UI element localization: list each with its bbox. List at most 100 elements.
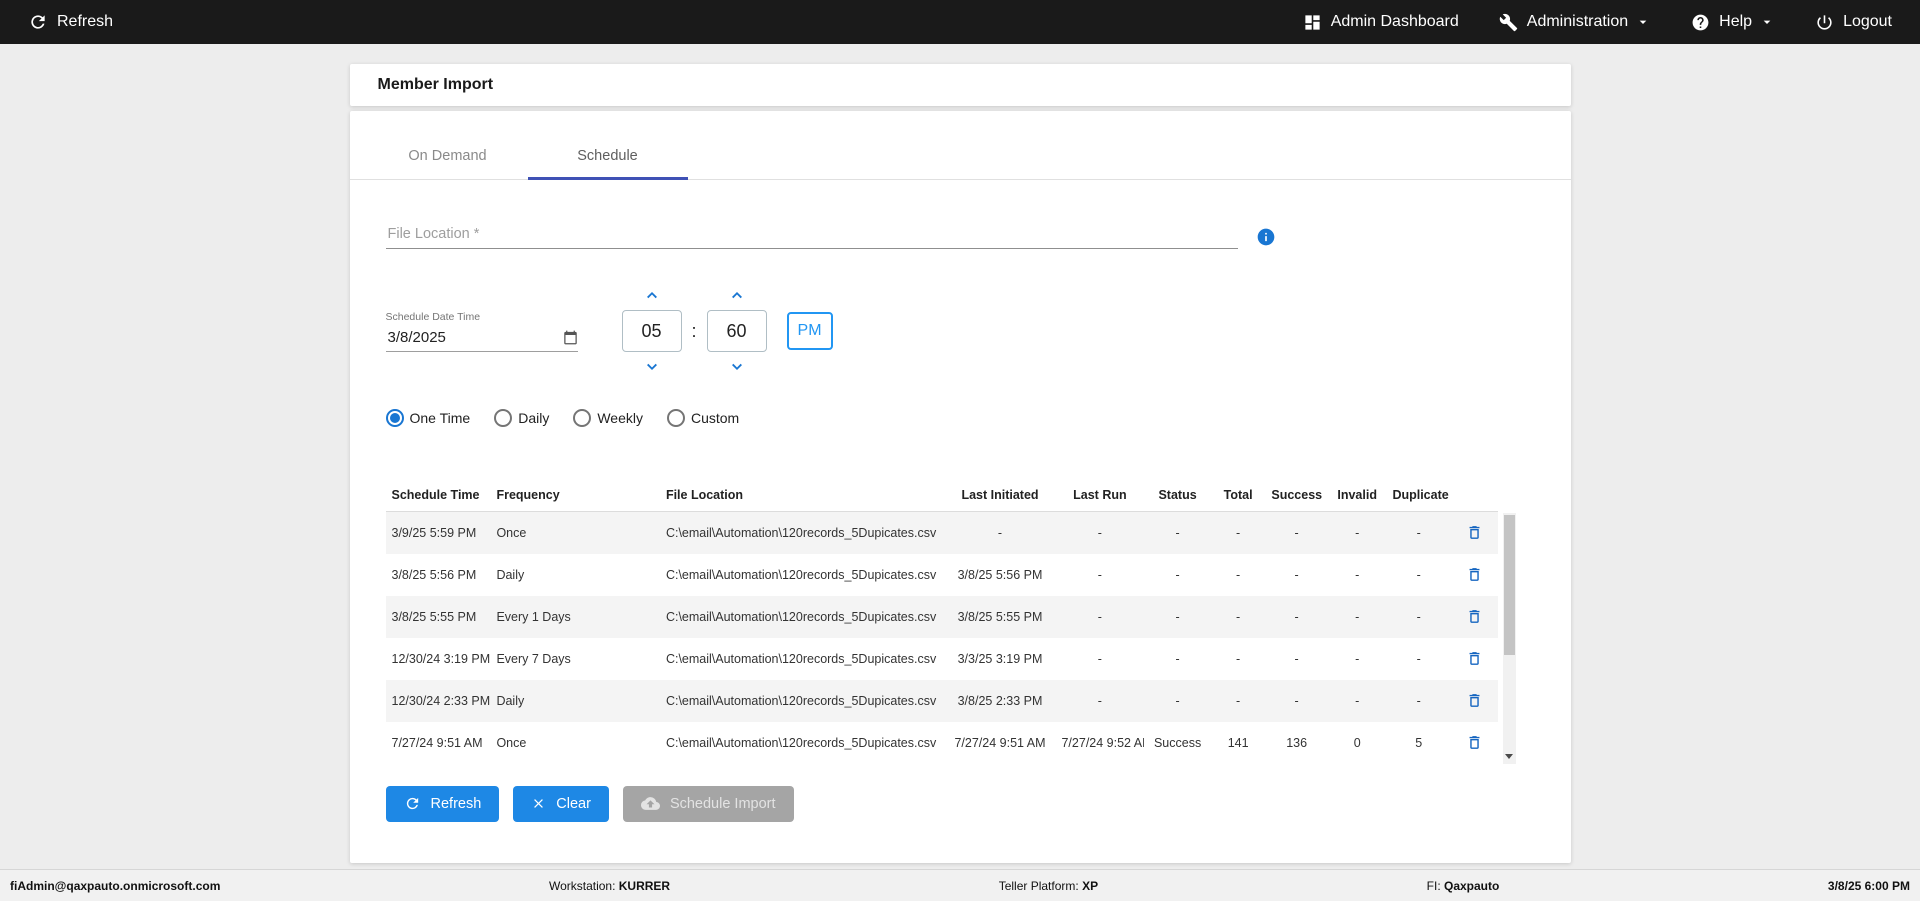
radio-daily[interactable]: Daily [494,409,549,427]
table-cell: C:\email\Automation\120records_5Dupicate… [665,651,937,666]
member-import-card: On Demand Schedule Schedule Date Time [349,111,1571,863]
column-header-total: Total [1210,479,1266,512]
delete-row-button[interactable] [1464,564,1485,585]
scroll-down-button[interactable] [1502,748,1516,764]
admin-dashboard-label: Admin Dashboard [1330,13,1459,30]
table-cell: Once [496,525,527,540]
table-cell: - [1416,567,1421,582]
table-cell: 3/8/25 5:56 PM [957,567,1043,582]
table-cell: - [1294,525,1299,540]
clear-button[interactable]: Clear [513,785,609,822]
schedule-import-button[interactable]: Schedule Import [622,785,794,822]
help-menu[interactable]: Help [1691,13,1775,32]
table-cell: C:\email\Automation\120records_5Dupicate… [665,735,937,750]
table-scrollbar[interactable] [1502,513,1516,764]
clear-button-label: Clear [556,795,591,812]
minute-down-button[interactable] [725,358,749,375]
table-cell: - [1355,693,1360,708]
table-cell: - [1355,525,1360,540]
action-button-row: Refresh Clear Schedule Import [385,785,1535,822]
table-cell: 7/27/24 9:51 AM [391,735,483,750]
refresh-icon [404,795,421,812]
radio-circle-icon [385,409,404,427]
logout-button[interactable]: Logout [1815,13,1892,32]
hour-input[interactable]: 05 [621,310,682,352]
recurrence-radio-group: One Time Daily Weekly Custom [385,409,1535,427]
table-cell-actions [1451,722,1497,764]
minute-input[interactable]: 60 [706,310,767,352]
table-cell: - [1175,567,1180,582]
table-row: 12/30/24 3:19 PM Every 7 Days C:\email\Aut… [386,638,1498,680]
table-cell: C:\email\Automation\120records_5Dupicate… [665,609,937,624]
meridiem-toggle[interactable]: PM [786,312,833,350]
radio-label: Custom [690,410,740,426]
radio-custom[interactable]: Custom [666,409,740,427]
page-background: Member Import On Demand Schedule Schedul… [0,44,1920,869]
file-location-row [385,220,1535,249]
info-button[interactable] [1256,227,1276,247]
table-cell: - [1175,693,1180,708]
schedule-import-label: Schedule Import [669,795,776,812]
tab-schedule[interactable]: Schedule [527,133,688,180]
info-icon [1256,227,1276,247]
chevron-up-icon [640,287,664,304]
hour-down-button[interactable] [640,358,664,375]
refresh-button-label: Refresh [430,795,482,812]
radio-circle-icon [494,409,513,427]
delete-row-button[interactable] [1464,690,1485,711]
radio-one-time[interactable]: One Time [385,409,470,427]
hour-up-button[interactable] [640,287,664,304]
admin-dashboard-button[interactable]: Admin Dashboard [1303,13,1459,32]
scroll-down-icon [1505,753,1513,759]
table-cell: 3/8/25 2:33 PM [957,693,1043,708]
delete-row-button[interactable] [1464,522,1485,543]
table-cell: 3/8/25 5:55 PM [957,609,1043,624]
table-cell: - [1097,651,1102,666]
refresh-button[interactable]: Refresh [385,785,500,822]
scrollbar-thumb[interactable] [1503,515,1515,656]
table-cell: Daily [496,693,525,708]
table-row: 3/9/25 5:59 PM Once C:\email\Automation\12… [385,511,1498,554]
table-cell: - [1355,651,1360,666]
wrench-icon [1499,13,1518,32]
footer-workstation: Workstation: KURRER [549,879,670,893]
delete-row-button[interactable] [1464,732,1485,753]
radio-circle-icon [666,409,685,427]
schedule-table-container: Schedule Time Frequency File Location Last … [385,479,1516,764]
radio-weekly[interactable]: Weekly [573,409,643,427]
time-separator: : [691,320,697,341]
table-cell: - [1416,651,1421,666]
calendar-icon [563,330,578,345]
tab-bar: On Demand Schedule [349,111,1571,180]
file-location-input[interactable] [385,220,1238,249]
table-cell: 3/9/25 5:59 PM [391,525,477,540]
table-cell: - [1294,693,1299,708]
tab-on-demand[interactable]: On Demand [368,133,528,179]
refresh-icon [28,12,48,32]
status-bar: fiAdmin@qaxpauto.onmicrosoft.com Worksta… [0,869,1920,901]
minute-up-button[interactable] [725,287,749,304]
schedule-date-input[interactable] [385,327,563,347]
refresh-menu-button[interactable]: Refresh [28,12,113,32]
logout-label: Logout [1843,13,1892,30]
table-cell: - [997,525,1003,540]
table-cell: - [1175,609,1180,624]
help-icon [1691,13,1710,32]
column-header-status: Status [1144,479,1211,512]
administration-menu[interactable]: Administration [1499,13,1651,32]
delete-row-button[interactable] [1464,648,1485,669]
time-picker: 05 : 60 PM [621,287,833,375]
table-cell: - [1097,567,1102,582]
administration-label: Administration [1526,13,1629,30]
footer-datetime: 3/8/25 6:00 PM [1827,878,1910,893]
refresh-menu-label: Refresh [57,13,114,30]
workstation-label: Workstation: [548,878,616,893]
table-cell: - [1416,693,1421,708]
table-header-row: Schedule Time Frequency File Location Last … [385,479,1498,512]
delete-row-button[interactable] [1464,606,1485,627]
trash-icon [1466,650,1483,667]
table-cell: Success [1153,735,1202,750]
trash-icon [1466,692,1483,709]
calendar-button[interactable] [563,330,578,345]
page-title: Member Import [377,76,494,93]
